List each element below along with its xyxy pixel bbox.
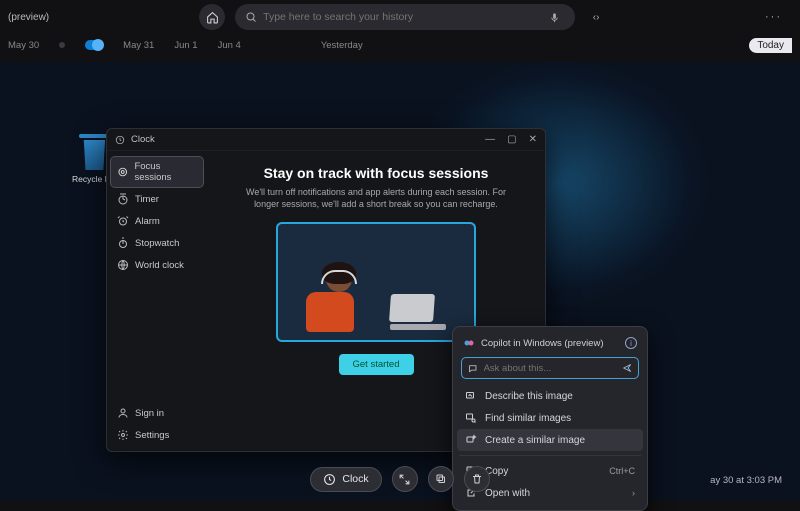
timeline[interactable]: May 30 May 31 Jun 1 Jun 4 Yesterday Toda…	[0, 34, 800, 58]
get-started-button[interactable]: Get started	[339, 354, 414, 375]
search-icon	[245, 11, 257, 23]
person-icon	[117, 407, 129, 419]
sidebar-item-focus-sessions[interactable]: Focus sessions	[111, 157, 203, 187]
timeline-date[interactable]: May 30	[8, 40, 39, 51]
sidebar-sign-in[interactable]: Sign in	[111, 403, 203, 423]
menu-create-similar[interactable]: Create a similar image	[457, 429, 643, 451]
trash-icon	[471, 473, 483, 485]
timeline-date[interactable]: Jun 1	[174, 40, 197, 51]
menu-item-label: Describe this image	[485, 391, 573, 402]
send-icon[interactable]	[622, 362, 632, 374]
window-controls: — ▢ ✕	[485, 134, 537, 145]
mic-icon	[549, 12, 560, 23]
describe-icon	[465, 390, 477, 402]
alarm-icon	[117, 215, 129, 227]
context-menu-header: Copilot in Windows (preview) i	[457, 333, 643, 355]
sidebar-item-timer[interactable]: Timer	[111, 189, 203, 209]
copilot-icon	[463, 337, 475, 349]
globe-icon	[117, 259, 129, 271]
sidebar-item-label: World clock	[135, 260, 184, 271]
info-icon[interactable]: i	[625, 337, 637, 349]
timeline-today-pill[interactable]: Today	[749, 38, 792, 53]
chat-icon	[468, 363, 478, 374]
recycle-bin-icon	[80, 140, 108, 170]
window-minimize-button[interactable]: —	[485, 134, 495, 145]
clock-sidebar: Focus sessions Timer Alarm Stopwatch Wor…	[107, 151, 207, 451]
history-search[interactable]	[235, 4, 575, 30]
code-icon: ‹›	[593, 12, 600, 23]
sidebar-item-label: Timer	[135, 194, 159, 205]
menu-item-label: Find similar images	[485, 413, 571, 424]
snapshot-expand-button[interactable]	[392, 466, 418, 492]
home-button[interactable]	[199, 4, 225, 30]
recycle-bin-icon	[79, 134, 109, 138]
snapshot-stage: Recycle Bin Clock — ▢ ✕ Focus sessions T…	[0, 62, 800, 500]
sidebar-item-label: Focus sessions	[134, 161, 197, 183]
open-app-label: Clock	[342, 473, 368, 485]
sidebar-item-world-clock[interactable]: World clock	[111, 255, 203, 275]
preview-badge: (preview)	[8, 12, 49, 23]
sidebar-item-stopwatch[interactable]: Stopwatch	[111, 233, 203, 253]
timeline-tick	[59, 42, 65, 48]
snapshot-action-bar: Clock	[0, 466, 800, 492]
focus-subtext: We'll turn off notifications and app ale…	[236, 186, 516, 210]
clock-icon	[323, 473, 336, 486]
menu-divider	[459, 455, 641, 456]
recall-header: (preview) ‹› ···	[0, 0, 800, 34]
sidebar-item-label: Stopwatch	[135, 238, 179, 249]
history-search-input[interactable]	[263, 11, 537, 23]
snapshot-delete-button[interactable]	[464, 466, 490, 492]
menu-find-similar[interactable]: Find similar images	[457, 407, 643, 429]
gear-icon	[117, 429, 129, 441]
sidebar-settings[interactable]: Settings	[111, 425, 203, 445]
sparkle-icon	[465, 434, 477, 446]
clock-window-title: Clock	[131, 134, 155, 145]
timeline-date[interactable]: Jun 4	[218, 40, 241, 51]
menu-item-label: Create a similar image	[485, 435, 585, 446]
sidebar-item-alarm[interactable]: Alarm	[111, 211, 203, 231]
timer-icon	[117, 193, 129, 205]
open-app-button[interactable]: Clock	[310, 467, 381, 492]
stopwatch-icon	[117, 237, 129, 249]
copy-icon	[435, 473, 447, 485]
clock-icon	[115, 135, 125, 145]
window-close-button[interactable]: ✕	[529, 134, 537, 145]
expand-icon	[398, 473, 411, 486]
home-icon	[206, 11, 219, 24]
header-more-button[interactable]: ···	[765, 11, 782, 23]
target-icon	[117, 166, 128, 178]
snapshot-copy-button[interactable]	[428, 466, 454, 492]
focus-illustration	[276, 222, 476, 342]
voice-search-button[interactable]	[543, 6, 565, 28]
timeline-date[interactable]: May 31	[123, 40, 154, 51]
sidebar-item-label: Settings	[135, 430, 169, 441]
menu-describe-image[interactable]: Describe this image	[457, 385, 643, 407]
dev-hint-button[interactable]: ‹›	[585, 6, 607, 28]
context-menu-title: Copilot in Windows (preview)	[481, 338, 603, 349]
copilot-ask-field[interactable]	[461, 357, 639, 379]
focus-heading: Stay on track with focus sessions	[264, 165, 489, 181]
snapshot-timestamp: ay 30 at 3:03 PM	[710, 475, 782, 486]
sidebar-item-label: Alarm	[135, 216, 160, 227]
clock-titlebar[interactable]: Clock — ▢ ✕	[107, 129, 545, 151]
search-image-icon	[465, 412, 477, 424]
timeline-scrubber[interactable]	[85, 40, 103, 50]
copilot-ask-input[interactable]	[484, 363, 616, 374]
window-maximize-button[interactable]: ▢	[507, 134, 516, 145]
sidebar-item-label: Sign in	[135, 408, 164, 419]
timeline-date[interactable]: Yesterday	[321, 40, 363, 51]
